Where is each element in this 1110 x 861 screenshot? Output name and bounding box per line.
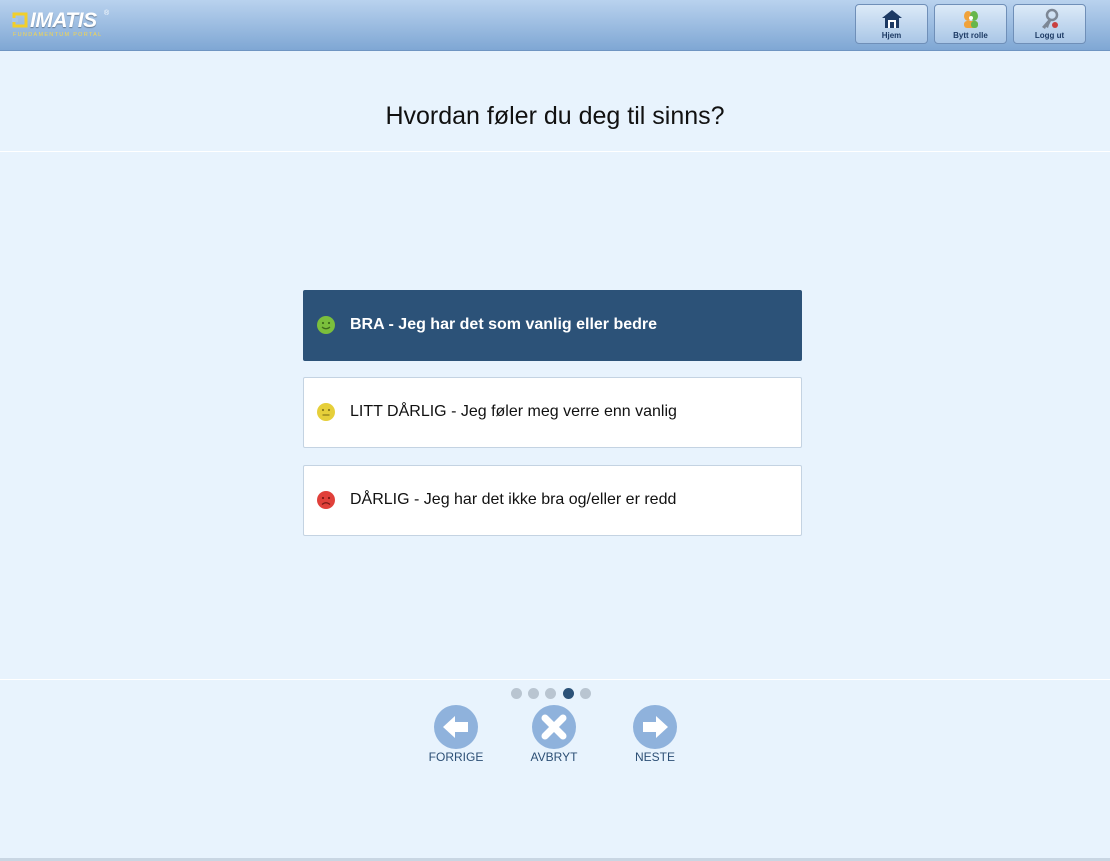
happy-face-icon	[317, 316, 335, 334]
page-dot	[511, 688, 522, 699]
cancel-button[interactable]: AVBRYT	[514, 704, 594, 768]
close-icon	[532, 705, 576, 749]
switch-role-button-label: Bytt rolle	[953, 31, 988, 40]
arrow-left-icon	[434, 705, 478, 749]
top-bar: IMATIS ® FUNDAMENTUM PORTAL Hjem Bytt ro…	[0, 0, 1110, 51]
question-title: Hvordan føler du deg til sinns?	[385, 102, 725, 130]
cancel-button-label: AVBRYT	[530, 750, 578, 764]
home-icon	[881, 10, 902, 28]
arrow-right-icon	[633, 705, 677, 749]
next-button[interactable]: NESTE	[615, 704, 695, 768]
option-litt-darlig[interactable]: LITT DÅRLIG - Jeg føler meg verre enn va…	[303, 377, 802, 448]
switch-role-icon	[963, 11, 978, 28]
imatis-logo: IMATIS ® FUNDAMENTUM PORTAL	[10, 8, 110, 42]
option-litt-darlig-label: LITT DÅRLIG - Jeg føler meg verre enn va…	[350, 403, 677, 420]
sad-face-icon	[317, 491, 335, 509]
option-bra[interactable]: BRA - Jeg har det som vanlig eller bedre	[303, 290, 802, 361]
home-button-label: Hjem	[881, 31, 902, 40]
option-darlig-label: DÅRLIG - Jeg har det ikke bra og/eller e…	[350, 491, 677, 508]
option-darlig[interactable]: DÅRLIG - Jeg har det ikke bra og/eller e…	[303, 465, 802, 536]
footer-divider	[0, 679, 1110, 680]
logout-button-label: Logg ut	[1034, 31, 1065, 40]
logo-name: IMATIS	[30, 9, 97, 32]
logout-button[interactable]: Logg ut	[1013, 4, 1086, 44]
logo-mark-icon	[12, 12, 28, 28]
previous-button[interactable]: FORRIGE	[416, 704, 496, 768]
switch-role-button[interactable]: Bytt rolle	[934, 4, 1007, 44]
page-dot-current	[563, 688, 574, 699]
question-header: Hvordan føler du deg til sinns?	[0, 50, 1110, 152]
logo-registered-mark: ®	[104, 10, 110, 17]
previous-button-label: FORRIGE	[428, 750, 484, 764]
neutral-face-icon	[317, 403, 335, 421]
page-dot	[545, 688, 556, 699]
next-button-label: NESTE	[634, 750, 675, 764]
page-dot	[528, 688, 539, 699]
logo-subtitle: FUNDAMENTUM PORTAL	[13, 32, 103, 38]
home-button[interactable]: Hjem	[855, 4, 928, 44]
option-bra-label: BRA - Jeg har det som vanlig eller bedre	[350, 316, 658, 333]
logout-key-icon	[1041, 8, 1058, 29]
page-dot	[580, 688, 591, 699]
